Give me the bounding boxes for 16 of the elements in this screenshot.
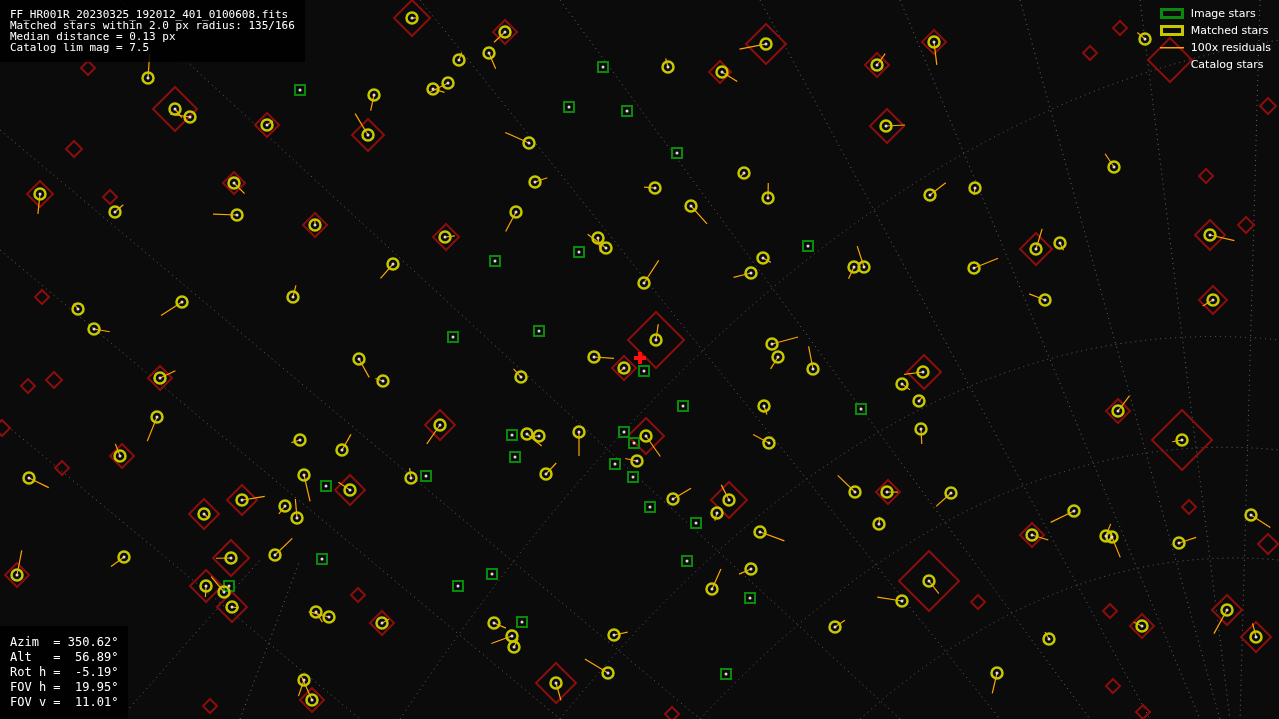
info-text: Catalog lim mag = 7.5: [10, 42, 151, 53]
residual-line-icon: [1159, 46, 1184, 49]
info-text: Matched stars within 2.0 px radius: 135/166: [10, 20, 295, 31]
legend-label: Matched stars: [1190, 24, 1269, 37]
pointing-text: FOV v = 11.01°: [10, 695, 119, 710]
image-star-key-icon: [1159, 8, 1184, 19]
info-text: Median distance = 0.13 px: [10, 31, 176, 42]
info-text: FF_HR001R_20230325_192012_401_0100608.fits: [10, 9, 290, 20]
legend-label: Image stars: [1190, 7, 1256, 20]
pointing-text: Rot h = -5.19°: [10, 665, 119, 680]
legend-label: Catalog stars: [1190, 58, 1264, 71]
pointing-text: FOV h = 19.95°: [10, 680, 119, 695]
legend-label: 100x residuals: [1190, 41, 1271, 54]
matched-star-key-icon: [1159, 25, 1184, 36]
pointing-text: Azim = 350.62°: [10, 635, 119, 650]
pointing-text: Alt = 56.89°: [10, 650, 119, 665]
